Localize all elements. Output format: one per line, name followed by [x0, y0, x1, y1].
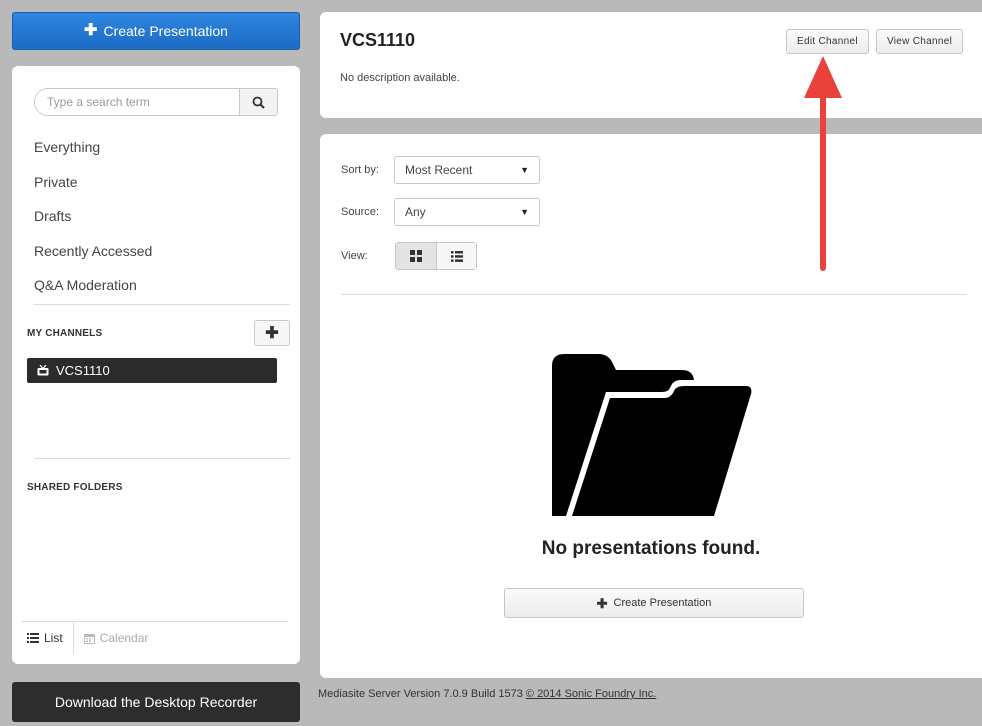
divider — [341, 294, 967, 295]
grid-icon — [410, 250, 422, 262]
view-toggle — [395, 242, 477, 270]
channel-description: No description available. — [340, 72, 460, 84]
view-tabs: List Calendar — [22, 622, 158, 654]
sort-label: Sort by: — [341, 164, 379, 176]
sidebar: Everything Private Drafts Recently Acces… — [12, 66, 300, 664]
folder-open-icon — [552, 354, 754, 516]
create-presentation-label: Create Presentation — [613, 597, 712, 609]
plus-icon: ✚ — [265, 325, 279, 342]
view-label: View: — [341, 250, 368, 262]
version-text: Mediasite Server Version 7.0.9 Build 157… — [318, 688, 523, 700]
calendar-icon — [83, 633, 95, 644]
my-channels-title: MY CHANNELS — [27, 328, 103, 339]
add-channel-button[interactable]: ✚ — [254, 320, 290, 346]
nav-item-recently-accessed[interactable]: Recently Accessed — [34, 240, 152, 275]
sort-value: Most Recent — [405, 163, 473, 177]
caret-down-icon: ▼ — [520, 165, 529, 175]
annotation-arrow — [804, 56, 842, 271]
content-panel: Sort by: Most Recent ▼ Source: Any ▼ Vie… — [320, 134, 982, 678]
empty-state-message: No presentations found. — [541, 538, 761, 559]
nav-item-drafts[interactable]: Drafts — [34, 205, 152, 240]
source-label: Source: — [341, 206, 379, 218]
list-view-button[interactable] — [436, 243, 476, 269]
nav-item-everything[interactable]: Everything — [34, 136, 152, 171]
footer: Mediasite Server Version 7.0.9 Build 157… — [318, 688, 656, 700]
list-view-tab[interactable]: List — [22, 622, 73, 654]
copyright-link[interactable]: © 2014 Sonic Foundry Inc. — [526, 688, 656, 700]
list-tab-label: List — [44, 631, 63, 645]
calendar-tab-label: Calendar — [99, 631, 149, 645]
nav-item-private[interactable]: Private — [34, 171, 152, 206]
page-title: VCS1110 — [340, 30, 416, 50]
view-channel-button[interactable]: View Channel — [876, 29, 964, 54]
source-select[interactable]: Any ▼ — [394, 198, 540, 226]
sort-select[interactable]: Most Recent ▼ — [394, 156, 540, 184]
plus-icon: ✚ — [596, 595, 608, 611]
list-icon — [450, 250, 463, 262]
shared-folders-title: SHARED FOLDERS — [27, 482, 123, 493]
grid-view-button[interactable] — [396, 243, 436, 269]
nav-list: Everything Private Drafts Recently Acces… — [34, 136, 152, 309]
search-box — [34, 88, 278, 116]
create-presentation-label: Create Presentation — [103, 23, 228, 39]
list-icon — [27, 633, 39, 643]
channel-label: VCS1110 — [56, 363, 110, 378]
download-recorder-button[interactable]: Download the Desktop Recorder — [12, 682, 300, 722]
search-button[interactable] — [239, 89, 277, 115]
divider — [34, 304, 290, 305]
calendar-view-tab[interactable]: Calendar — [72, 622, 159, 654]
create-presentation-button[interactable]: ✚ Create Presentation — [504, 588, 804, 618]
channel-header: VCS1110 No description available. Edit C… — [320, 12, 982, 118]
plus-icon: ✚ — [84, 22, 98, 39]
search-icon — [252, 96, 265, 109]
search-input[interactable] — [35, 89, 239, 115]
channel-item-vcs1110[interactable]: VCS1110 — [27, 358, 277, 383]
caret-down-icon: ▼ — [520, 207, 529, 217]
edit-channel-button[interactable]: Edit Channel — [786, 29, 869, 54]
divider — [34, 458, 290, 459]
source-value: Any — [405, 205, 426, 219]
create-presentation-button[interactable]: ✚ Create Presentation — [12, 12, 300, 50]
tv-icon — [37, 365, 49, 376]
